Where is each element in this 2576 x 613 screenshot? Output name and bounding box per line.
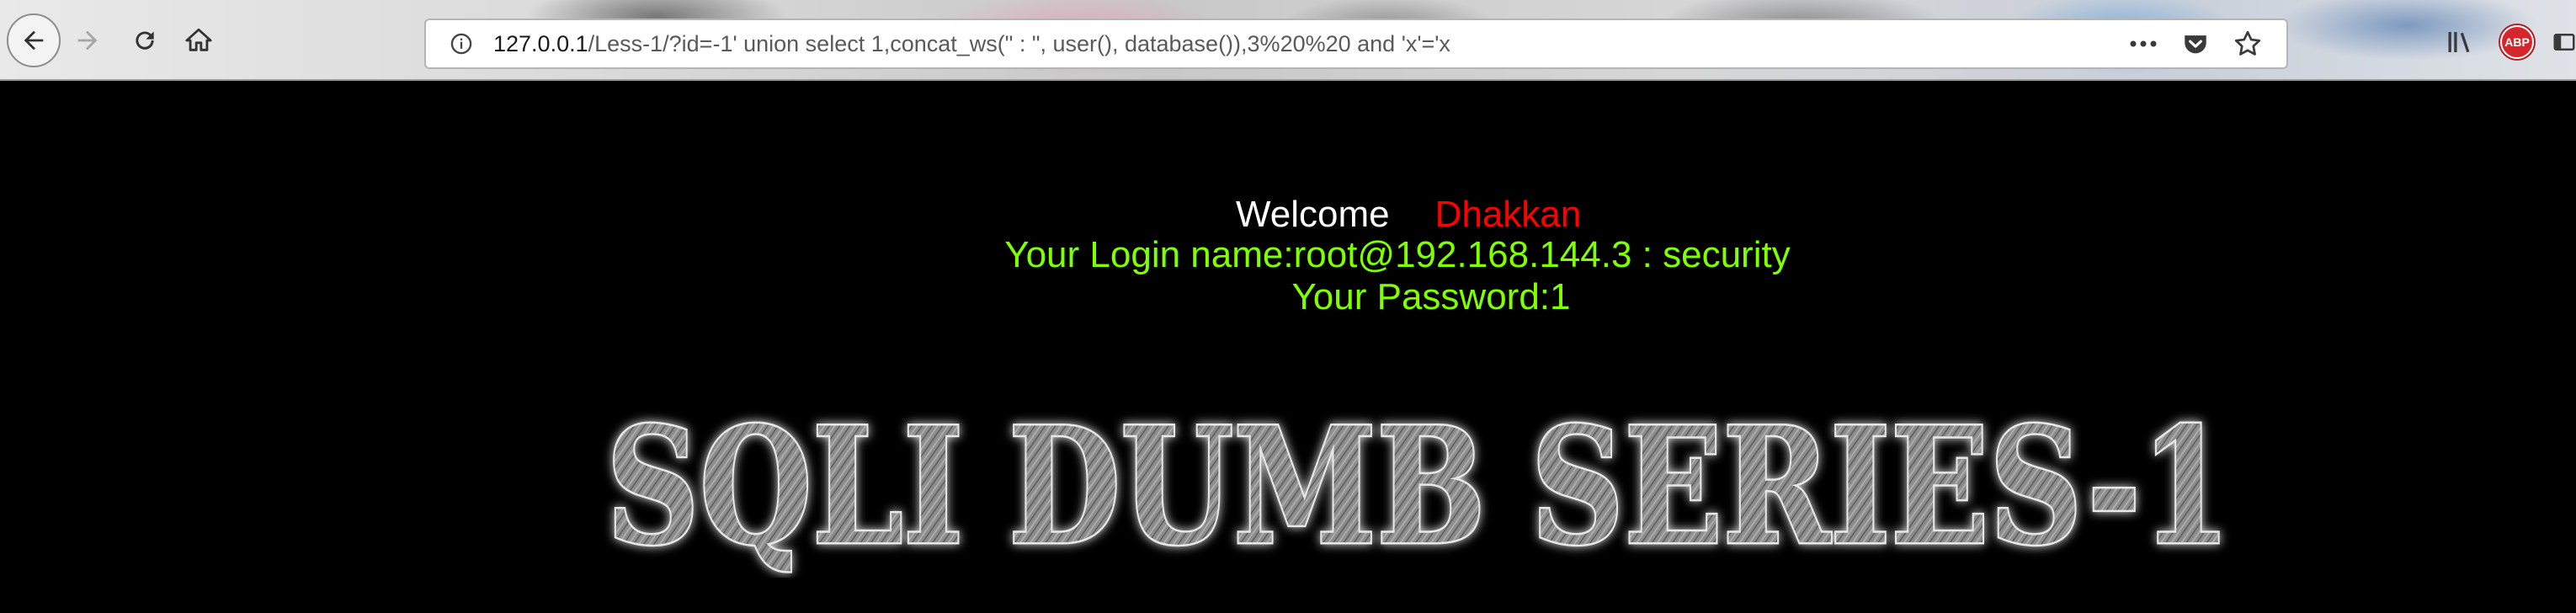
home-button[interactable] — [172, 13, 226, 67]
back-button[interactable] — [7, 13, 61, 67]
forward-button[interactable] — [61, 13, 114, 67]
sqli-dumb-series-banner: SQLI DUMB SERIES-1 — [604, 401, 2233, 578]
info-icon — [450, 33, 472, 55]
library-icon — [2448, 32, 2470, 53]
back-arrow-icon — [24, 30, 44, 51]
url-host: 127.0.0.1 — [493, 30, 588, 56]
sidebar-icon — [2553, 34, 2575, 51]
pocket-icon — [2185, 35, 2206, 54]
address-bar[interactable]: 127.0.0.1/Less-1/?id=-1' union select 1,… — [424, 19, 2288, 69]
welcome-text: Welcome — [1236, 194, 1390, 235]
page-content: Welcome Dhakkan Your Login name:root@192.… — [0, 83, 2576, 613]
forward-arrow-icon — [77, 30, 98, 51]
browser-toolbar: 127.0.0.1/Less-1/?id=-1' union select 1,… — [0, 0, 2576, 81]
site-info-button[interactable] — [438, 20, 485, 67]
page-actions-button[interactable] — [2125, 25, 2162, 62]
bookmark-button[interactable] — [2229, 25, 2266, 62]
more-dots-icon — [2130, 40, 2157, 47]
login-name-result: Your Login name:root@192.168.144.3 : sec… — [1004, 234, 1791, 275]
url-text[interactable]: 127.0.0.1/Less-1/?id=-1' union select 1,… — [493, 31, 2125, 57]
adblock-plus-icon: ABP — [2500, 25, 2534, 59]
url-path: /Less-1/?id=-1' union select 1,concat_ws… — [588, 30, 1450, 56]
pocket-button[interactable] — [2177, 25, 2214, 62]
url-actions — [2125, 25, 2266, 62]
password-result: Your Password:1 — [1291, 276, 1571, 317]
home-icon — [185, 28, 212, 51]
library-button[interactable] — [2438, 19, 2482, 66]
welcome-line: Welcome Dhakkan — [1236, 194, 1581, 236]
sidebar-button[interactable] — [2547, 19, 2576, 66]
star-icon — [2234, 30, 2261, 56]
welcome-name: Dhakkan — [1434, 194, 1582, 235]
banner-text: SQLI DUMB SERIES-1 — [606, 401, 2231, 578]
reload-icon — [136, 31, 154, 50]
adblock-plus-button[interactable]: ABP — [2495, 19, 2539, 66]
reload-button[interactable] — [118, 13, 172, 67]
